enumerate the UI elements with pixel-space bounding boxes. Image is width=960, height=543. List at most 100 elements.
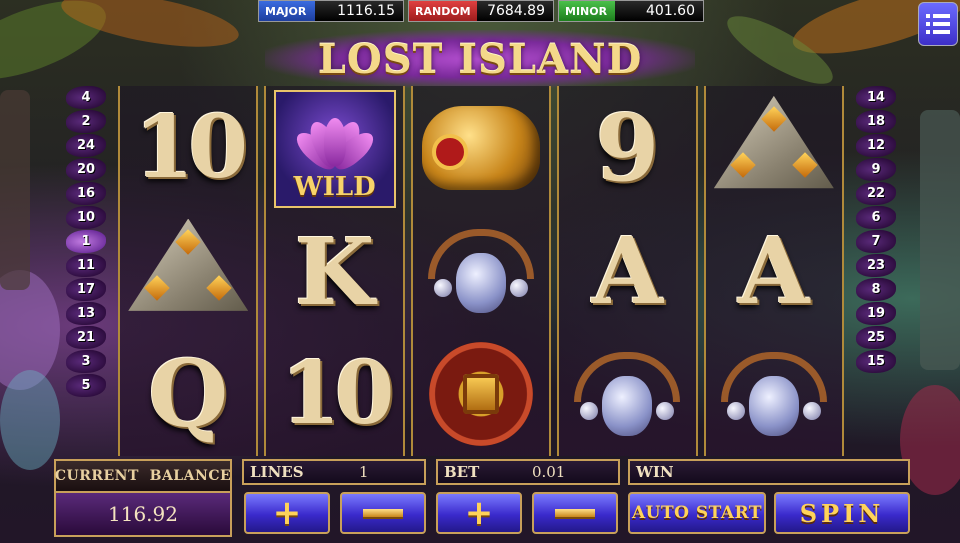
amulet-necklace-icon: [568, 346, 686, 442]
reel-4: 9 A: [557, 86, 698, 456]
payline-marker[interactable]: 19: [856, 302, 896, 325]
payline-marker[interactable]: 7: [856, 230, 896, 253]
payline-marker[interactable]: 20: [66, 158, 106, 181]
symbol-cell: [708, 335, 840, 452]
game-title-banner: LOST ISLAND: [265, 30, 695, 88]
auto-start-label: AUTO START: [631, 503, 763, 523]
lotus-flower-icon: [290, 110, 379, 175]
symbol-nine: 9: [595, 94, 660, 203]
bet-display: BET 0.01: [436, 459, 620, 485]
hamburger-menu-icon[interactable]: [918, 2, 958, 46]
symbol-cell: A: [708, 213, 840, 330]
current-balance-label: CURRENT BALANCE: [55, 461, 231, 493]
payline-marker[interactable]: 12: [856, 134, 896, 157]
payline-marker[interactable]: 24: [66, 134, 106, 157]
minus-icon: [555, 509, 595, 517]
bet-value: 0.01: [531, 463, 566, 481]
symbol-cell: Q: [122, 335, 254, 452]
jackpot-minor: MINOR 401.60: [558, 0, 704, 22]
payline-marker[interactable]: 9: [856, 158, 896, 181]
jackpot-random-label: RANDOM: [409, 1, 477, 21]
jackpot-major-label: MAJOR: [259, 1, 315, 21]
payline-marker[interactable]: 17: [66, 278, 106, 301]
symbol-cell: 10: [268, 336, 400, 452]
symbol-cell: [415, 213, 547, 330]
payline-marker-active[interactable]: 1: [66, 230, 106, 253]
stone-triangle-icon: [713, 95, 834, 189]
symbol-cell: [415, 90, 547, 207]
amulet-necklace-icon: [715, 346, 833, 442]
symbol-cell: [415, 335, 547, 452]
plus-icon: +: [464, 493, 494, 533]
payline-marker[interactable]: 8: [856, 278, 896, 301]
lines-label: LINES: [250, 463, 304, 481]
payline-marker[interactable]: 22: [856, 182, 896, 205]
symbol-ten: 10: [280, 343, 395, 444]
reel-2: WILD K 10: [264, 86, 405, 456]
symbol-ten: 10: [134, 97, 248, 199]
slot-reels: 10 Q WILD K 10 9 A A: [118, 86, 845, 456]
bet-minus-button[interactable]: [532, 492, 618, 534]
symbol-cell: K: [268, 214, 400, 330]
reel-1: 10 Q: [118, 86, 259, 456]
symbol-ace: A: [738, 217, 810, 325]
reel-5: A: [703, 86, 845, 456]
jackpot-minor-value: 401.60: [615, 1, 703, 21]
payline-marker[interactable]: 13: [66, 302, 106, 325]
payline-marker[interactable]: 23: [856, 254, 896, 277]
payline-marker[interactable]: 11: [66, 254, 106, 277]
stone-triangle-icon: [128, 218, 249, 311]
payline-marker[interactable]: 2: [66, 110, 106, 133]
payline-marker[interactable]: 25: [856, 326, 896, 349]
payline-marker[interactable]: 6: [856, 206, 896, 229]
symbol-cell: [561, 335, 693, 452]
game-title: LOST ISLAND: [317, 35, 643, 83]
bet-label: BET: [444, 463, 480, 481]
spin-label: SPIN: [799, 498, 885, 528]
symbol-cell: WILD: [268, 90, 400, 208]
win-label: WIN: [636, 463, 674, 481]
wild-label: WILD: [293, 172, 376, 202]
reel-3: [410, 86, 552, 456]
jackpot-random-value: 7684.89: [476, 1, 553, 21]
lines-minus-button[interactable]: [340, 492, 426, 534]
current-balance-panel: CURRENT BALANCE 116.92: [54, 459, 232, 537]
symbol-cell: [122, 213, 254, 330]
auto-start-button[interactable]: AUTO START: [628, 492, 766, 534]
wild-lotus-icon: WILD: [273, 90, 396, 208]
payline-marker[interactable]: 4: [66, 86, 106, 109]
jackpot-major: MAJOR 1116.15: [258, 0, 404, 22]
payline-marker[interactable]: 21: [66, 326, 106, 349]
gold-medallion-icon: [429, 341, 534, 446]
payline-marker[interactable]: 5: [66, 374, 106, 397]
symbol-cell: A: [561, 213, 693, 330]
symbol-cell: 10: [122, 90, 254, 207]
symbol-cell: 9: [561, 90, 693, 207]
payline-marker[interactable]: 18: [856, 110, 896, 133]
payline-marker[interactable]: 10: [66, 206, 106, 229]
payline-marker[interactable]: 14: [856, 86, 896, 109]
symbol-queen: Q: [148, 339, 229, 448]
lines-display: LINES 1: [242, 459, 426, 485]
payline-marker[interactable]: 16: [66, 182, 106, 205]
minus-icon: [363, 509, 403, 517]
amulet-necklace-icon: [422, 223, 540, 319]
jackpot-random: RANDOM 7684.89: [408, 0, 554, 22]
symbol-cell: [708, 90, 840, 207]
payline-marker[interactable]: 3: [66, 350, 106, 373]
golden-shell-icon: [422, 106, 541, 191]
lines-plus-button[interactable]: +: [244, 492, 330, 534]
jackpot-bar: MAJOR 1116.15 RANDOM 7684.89 MINOR 401.6…: [258, 0, 704, 22]
symbol-ace: A: [591, 217, 664, 325]
payline-marker[interactable]: 15: [856, 350, 896, 373]
jackpot-minor-label: MINOR: [559, 1, 615, 21]
lines-value: 1: [359, 463, 369, 481]
plus-icon: +: [272, 493, 302, 533]
bet-plus-button[interactable]: +: [436, 492, 522, 534]
win-display: WIN: [628, 459, 910, 485]
symbol-king: K: [294, 218, 375, 326]
jackpot-major-value: 1116.15: [315, 1, 403, 21]
spin-button[interactable]: SPIN: [774, 492, 910, 534]
payline-numbers-right: 14 18 12 9 22 6 7 23 8 19 25 15: [856, 86, 896, 373]
payline-numbers-left: 4 2 24 20 16 10 1 11 17 13 21 3 5: [66, 86, 106, 397]
